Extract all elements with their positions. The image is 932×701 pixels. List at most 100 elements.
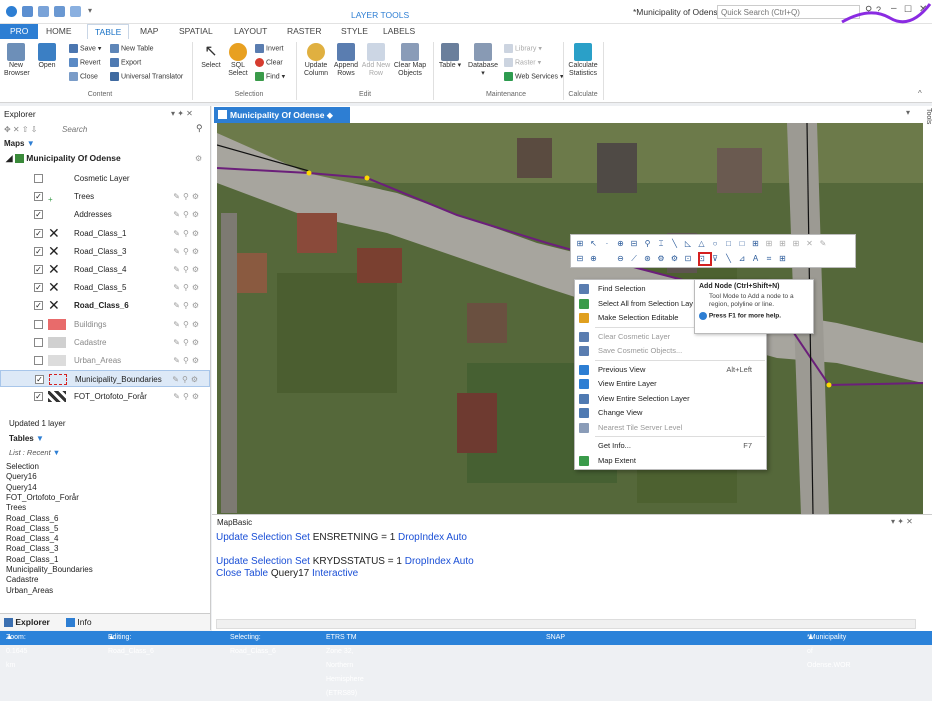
layer-row[interactable]: ✓ + Trees ✎⚲⚙ <box>0 188 210 205</box>
tab-table[interactable]: TABLE <box>87 24 130 39</box>
mapbasic-scrollbar[interactable] <box>216 619 916 629</box>
mini-toolbar-tool-icon[interactable]: ⊡ <box>683 254 693 264</box>
layer-actions-icons[interactable]: ✎⚲⚙ <box>173 206 202 223</box>
table-list-item[interactable]: FOT_Ortofoto_Forår <box>6 493 79 503</box>
clear-map-objects-button[interactable]: Clear Map Objects <box>393 43 427 78</box>
raster-button[interactable]: Raster ▾ <box>504 58 541 67</box>
layer-row[interactable]: ✓ ✕ Road_Class_5 ✎⚲⚙ <box>0 279 210 296</box>
table-list-item[interactable]: Road_Class_3 <box>6 544 58 554</box>
save-icon[interactable] <box>54 6 65 17</box>
mini-toolbar-tool-icon[interactable]: ⚲ <box>643 239 653 249</box>
mapbasic-window-controls[interactable]: ▾ ✦ ✕ <box>891 517 913 526</box>
context-menu-item[interactable]: Change View <box>575 406 766 420</box>
invert-button[interactable]: Invert <box>255 44 284 53</box>
tab-map[interactable]: MAP <box>140 26 158 36</box>
add-node-tool-button[interactable] <box>698 252 712 266</box>
mini-toolbar-tool-icon[interactable]: □ <box>737 239 747 249</box>
table-list-item[interactable]: Urban_Areas <box>6 586 53 596</box>
mini-toolbar-tool-icon[interactable]: ⌗ <box>764 254 774 264</box>
tab-pro[interactable]: PRO <box>0 24 39 39</box>
layer-visibility-checkbox[interactable]: ✓ <box>34 210 43 220</box>
map-canvas[interactable] <box>217 123 923 515</box>
mini-toolbar-tool-icon[interactable]: · <box>602 239 612 249</box>
layer-row[interactable]: ✓ ✕ Road_Class_4 ✎⚲⚙ <box>0 261 210 278</box>
export-button[interactable]: Export <box>110 58 141 67</box>
search-icon[interactable]: ⚲ <box>196 123 203 134</box>
layer-row[interactable]: ✓ Addresses ✎⚲⚙ <box>0 206 210 223</box>
tab-raster[interactable]: RASTER <box>287 26 321 36</box>
layer-row[interactable]: Cadastre ✎⚲⚙ <box>0 334 210 351</box>
mini-toolbar-tool-icon[interactable]: ⟋ <box>629 254 639 264</box>
mini-toolbar-tool-icon[interactable]: ⚙ <box>670 254 680 264</box>
layer-visibility-checkbox[interactable]: ✓ <box>34 246 43 256</box>
mini-toolbar-tool-icon[interactable]: ⚙ <box>656 254 666 264</box>
layer-actions-icons[interactable]: ✎⚲⚙ <box>173 352 202 369</box>
sql-select-button[interactable]: SQL Select <box>226 43 250 78</box>
save-button[interactable]: Save ▾ <box>69 44 101 53</box>
table-list-item[interactable]: Municipality_Boundaries <box>6 565 93 575</box>
table-list-item[interactable]: Road_Class_6 <box>6 514 58 524</box>
mini-toolbar-tool-icon[interactable]: ⊕ <box>589 254 599 264</box>
layer-row[interactable]: ✓ Municipality_Boundaries ✎⚲⚙ <box>0 370 210 388</box>
table-list-item[interactable]: Road_Class_4 <box>6 534 58 544</box>
layer-row[interactable]: Cosmetic Layer <box>0 170 210 187</box>
web-services-button[interactable]: Web Services ▾ <box>504 72 564 81</box>
mini-toolbar-tool-icon[interactable]: ✎ <box>818 239 828 249</box>
tab-layout[interactable]: LAYOUT <box>234 26 267 36</box>
layer-row[interactable]: Buildings ✎⚲⚙ <box>0 316 210 333</box>
mini-toolbar-tool-icon[interactable]: ⊞ <box>764 239 774 249</box>
collapse-ribbon-icon[interactable]: ^ <box>918 89 922 98</box>
layer-row[interactable]: Urban_Areas ✎⚲⚙ <box>0 352 210 369</box>
layer-visibility-checkbox[interactable]: ✓ <box>34 301 43 311</box>
new-table-button[interactable]: New Table <box>110 44 154 53</box>
table-list-item[interactable]: Query16 <box>6 472 37 482</box>
mini-toolbar-tool-icon[interactable]: ⊞ <box>575 239 585 249</box>
layer-visibility-checkbox[interactable]: ✓ <box>34 265 43 274</box>
tools-side-tab[interactable]: Tools <box>922 108 932 138</box>
layer-row[interactable]: ✓ ✕ Road_Class_6 ✎⚲⚙ <box>0 297 210 314</box>
workspace-status[interactable]: *Municipality of Odense.WOR ▲ <box>807 631 851 669</box>
tab-explorer[interactable]: Explorer <box>4 617 50 628</box>
mini-toolbar-tool-icon[interactable]: ⊕ <box>616 239 626 249</box>
context-menu-item[interactable]: Previous View Alt+Left <box>575 363 766 377</box>
mini-toolbar-tool-icon[interactable]: ○ <box>710 239 720 249</box>
layer-actions-icons[interactable]: ✎⚲⚙ <box>173 261 202 278</box>
context-menu-item[interactable]: Get Info... F7 <box>575 439 766 453</box>
mini-toolbar-tool-icon[interactable]: ⊞ <box>778 239 788 249</box>
layer-visibility-checkbox[interactable]: ✓ <box>34 228 43 238</box>
layer-row[interactable]: ✓ ✕ Road_Class_3 ✎⚲⚙ <box>0 243 210 260</box>
mapbasic-line[interactable]: Close Table Query17 Interactive <box>216 568 358 580</box>
map-node[interactable]: ◢ Municipality Of Odense <box>6 153 121 164</box>
tab-info[interactable]: Info <box>66 617 92 628</box>
table-list-item[interactable]: Road_Class_5 <box>6 524 58 534</box>
append-rows-button[interactable]: Append Rows <box>332 43 360 78</box>
table-list-item[interactable]: Selection <box>6 462 39 472</box>
map-document-tab[interactable]: Municipality Of Odense ⬥ <box>214 107 350 123</box>
database-menu-button[interactable]: Database ▾ <box>466 43 500 78</box>
layer-actions-icons[interactable]: ✎⚲⚙ <box>173 243 202 260</box>
layer-visibility-checkbox[interactable] <box>34 319 43 329</box>
table-list-item[interactable]: Trees <box>6 503 26 513</box>
layer-actions-icons[interactable]: ✎⚲⚙ <box>173 279 202 296</box>
mini-toolbar-tool-icon[interactable]: ╲ <box>724 254 734 264</box>
clear-button[interactable]: Clear <box>255 58 283 67</box>
layer-visibility-checkbox[interactable]: ✓ <box>34 192 43 202</box>
mini-toolbar-tool-icon[interactable]: ✕ <box>805 239 815 249</box>
explorer-search-input[interactable] <box>62 123 192 136</box>
explorer-toolbar-icons[interactable]: ✥ ✕ ⇧ ⇩ <box>4 125 37 134</box>
maps-header[interactable]: Maps ▼ <box>4 139 35 148</box>
table-list-item[interactable]: Cadastre <box>6 575 38 585</box>
table-menu-button[interactable]: Table ▾ <box>438 43 462 70</box>
mini-toolbar-tool-icon[interactable]: ⊛ <box>643 254 653 264</box>
table-list-item[interactable]: Road_Class_1 <box>6 555 58 565</box>
layer-visibility-checkbox[interactable] <box>34 356 43 365</box>
context-menu-item[interactable]: View Entire Selection Layer <box>575 392 766 406</box>
new-icon[interactable] <box>22 6 33 17</box>
mini-toolbar-tool-icon[interactable]: ⊞ <box>751 239 761 249</box>
mini-toolbar-tool-icon[interactable]: ⊞ <box>778 254 788 264</box>
new-browser-button[interactable]: New Browser <box>4 43 30 78</box>
zoom-status[interactable]: Zoom: 0.1645 km ▲ <box>6 631 27 669</box>
mini-toolbar-tool-icon[interactable]: ⊟ <box>575 254 585 264</box>
map-options-icon[interactable]: ⚙ <box>195 154 202 163</box>
mapbasic-line[interactable]: Update Selection Set ENSRETNING = 1 Drop… <box>216 532 467 544</box>
